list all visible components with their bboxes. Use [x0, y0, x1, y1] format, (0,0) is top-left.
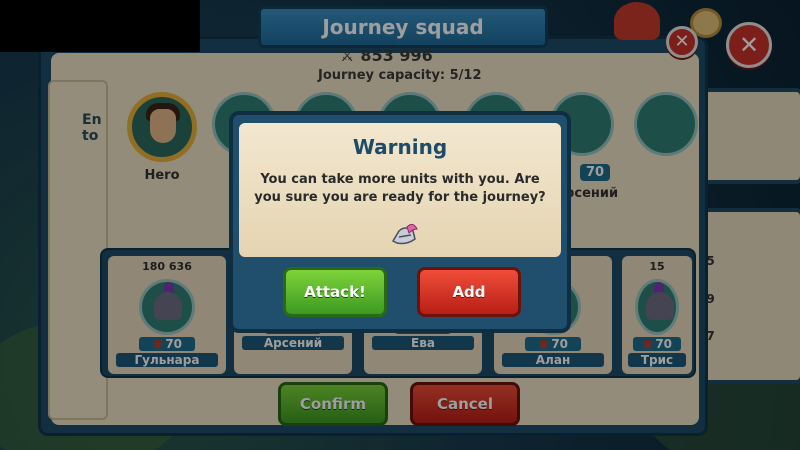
- warning-title: Warning: [352, 135, 448, 159]
- redacted-area: [0, 0, 200, 52]
- add-button[interactable]: Add: [417, 267, 521, 317]
- warning-modal: Warning You can take more units with you…: [229, 111, 571, 333]
- warning-message: You can take more units with you. Are yo…: [254, 172, 546, 205]
- warning-panel: Warning You can take more units with you…: [239, 123, 561, 257]
- attack-button[interactable]: Attack!: [283, 267, 387, 317]
- helmet-icon: [391, 223, 418, 245]
